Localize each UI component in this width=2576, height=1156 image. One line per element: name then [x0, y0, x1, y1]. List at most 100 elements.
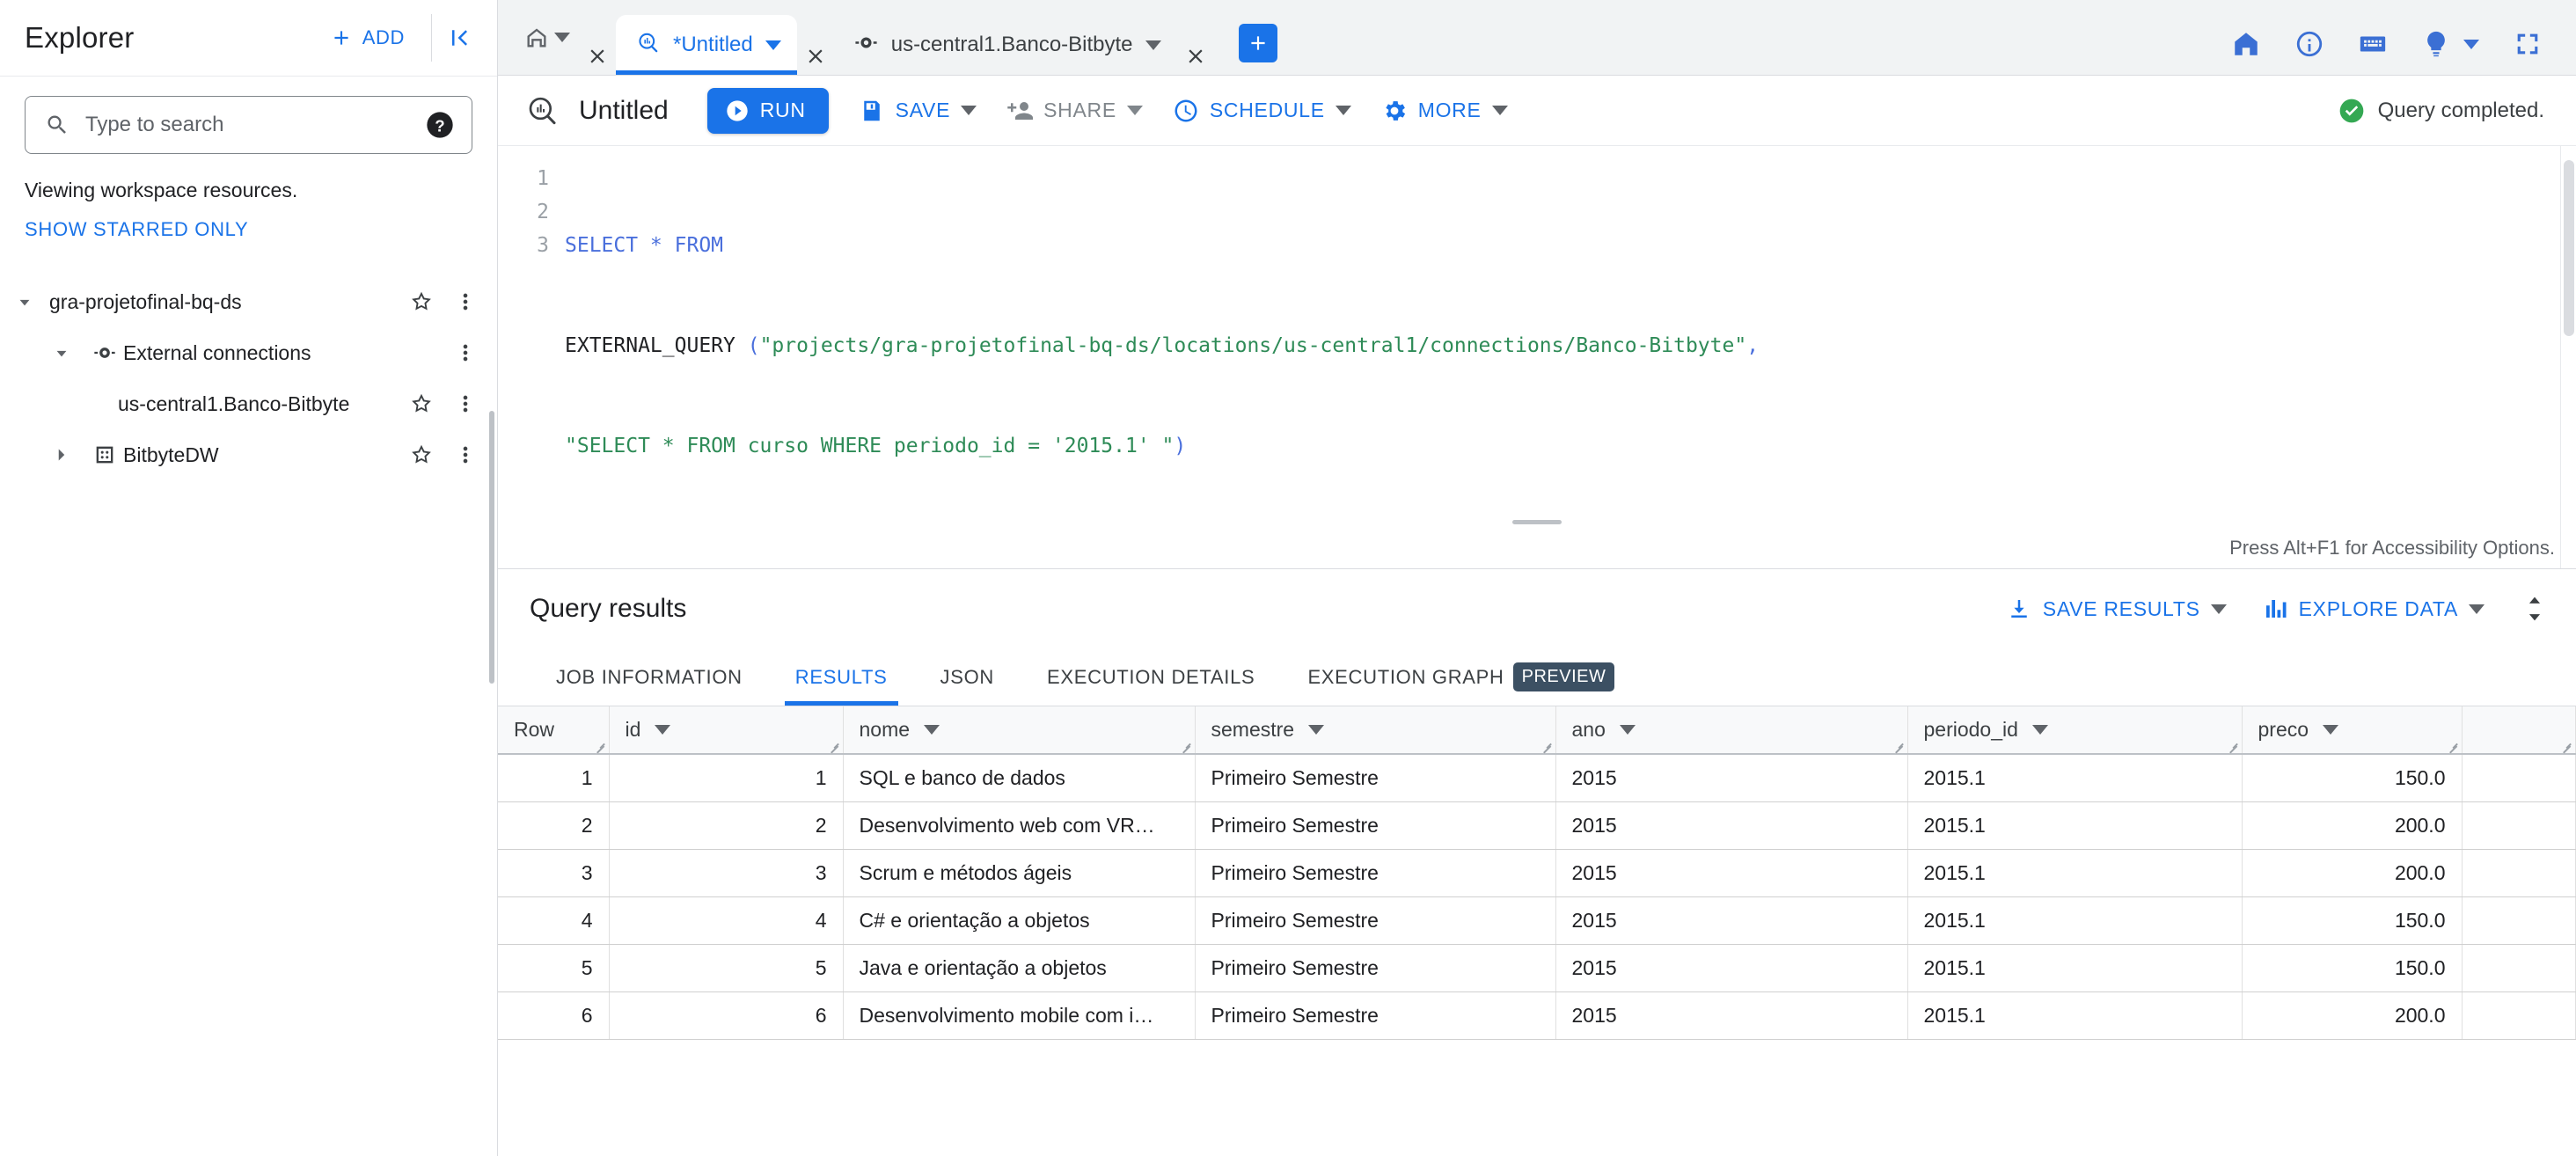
cell-ano: 2015 [1555, 801, 1908, 850]
explore-data-caret-icon[interactable] [2469, 604, 2485, 614]
star-icon[interactable] [409, 289, 434, 314]
results-table-wrapper[interactable]: Row id nome semestre ano periodo_id prec… [498, 706, 2576, 1156]
expand-toggle-external-connections[interactable] [37, 341, 86, 364]
tab-execution-details[interactable]: EXECUTION DETAILS [1021, 648, 1281, 706]
editor-resize-handle[interactable] [498, 516, 2576, 528]
preview-badge: PREVIEW [1512, 662, 1615, 691]
column-header-periodo-id[interactable]: periodo_id [1907, 706, 2243, 755]
column-header-nome[interactable]: nome [843, 706, 1196, 755]
table-row[interactable]: 3 3 Scrum e métodos ágeis Primeiro Semes… [498, 849, 2576, 897]
editor-lines[interactable]: SELECT * FROM EXTERNAL_QUERY ("projects/… [565, 162, 2576, 528]
more-button[interactable]: MORE [1381, 98, 1508, 124]
table-row[interactable]: 5 5 Java e orientação a objetos Primeiro… [498, 944, 2576, 992]
query-toolbar: Untitled RUN SAVE SHARE SCHEDULE MORE Qu… [498, 76, 2576, 146]
column-menu-caret-icon[interactable] [2323, 725, 2339, 735]
column-menu-caret-icon[interactable] [924, 725, 940, 735]
column-menu-caret-icon[interactable] [655, 725, 671, 735]
sidebar-scrollbar[interactable] [489, 411, 494, 684]
save-caret-icon[interactable] [961, 106, 977, 115]
column-menu-caret-icon[interactable] [1619, 725, 1636, 735]
cell-id: 6 [609, 991, 844, 1040]
editor-scrollbar-thumb[interactable] [2564, 160, 2574, 336]
tab-json[interactable]: JSON [914, 648, 1021, 706]
schedule-caret-icon[interactable] [1335, 106, 1351, 115]
editor-scrollbar[interactable] [2560, 146, 2576, 568]
close-untitled-tab-button[interactable] [797, 38, 834, 75]
column-header-preco[interactable]: preco [2242, 706, 2463, 755]
fullscreen-icon[interactable] [2513, 29, 2543, 59]
tree-item-external-connections[interactable]: External connections [0, 327, 497, 378]
keyboard-icon[interactable] [2358, 29, 2388, 59]
save-results-caret-icon[interactable] [2210, 604, 2227, 614]
share-button[interactable]: SHARE [1006, 98, 1143, 124]
table-row[interactable]: 4 4 C# e orientação a objetos Primeiro S… [498, 896, 2576, 945]
expand-collapse-results-button[interactable] [2520, 591, 2550, 626]
home-shortcut-icon[interactable] [2231, 29, 2261, 59]
column-resizer[interactable] [1893, 739, 1906, 751]
tab-connection-caret-icon[interactable] [1145, 40, 1161, 50]
lightbulb-caret-icon[interactable] [2463, 39, 2479, 49]
save-button[interactable]: SAVE [859, 98, 977, 124]
tree-item-project[interactable]: gra-projetofinal-bq-ds [0, 276, 497, 327]
sql-editor-code[interactable]: 1 2 3 SELECT * FROM EXTERNAL_QUERY ("pro… [498, 146, 2576, 528]
share-caret-icon[interactable] [1126, 106, 1143, 115]
search-box[interactable]: ? [25, 96, 472, 154]
tab-untitled-caret-icon[interactable] [765, 40, 781, 50]
column-menu-caret-icon[interactable] [1308, 725, 1325, 735]
tab-connection[interactable]: us-central1.Banco-Bitbyte [834, 15, 1177, 75]
viewing-note: Viewing workspace resources. [25, 179, 298, 201]
add-button[interactable]: ADD [318, 18, 417, 58]
home-tab[interactable] [521, 0, 579, 75]
star-icon[interactable] [409, 391, 434, 416]
tab-job-information[interactable]: JOB INFORMATION [530, 648, 769, 706]
table-row[interactable]: 6 6 Desenvolvimento mobile com i… Primei… [498, 991, 2576, 1040]
column-resizer[interactable] [2228, 739, 2240, 751]
column-header-semestre-label: semestre [1211, 718, 1295, 741]
column-header-id[interactable]: id [609, 706, 844, 755]
schedule-button[interactable]: SCHEDULE [1173, 98, 1351, 124]
table-row[interactable]: 1 1 SQL e banco de dados Primeiro Semest… [498, 754, 2576, 802]
star-icon[interactable] [409, 443, 434, 467]
tab-untitled-query[interactable]: *Untitled [616, 15, 797, 75]
column-resizer[interactable] [829, 739, 841, 751]
tab-execution-graph[interactable]: EXECUTION GRAPH PREVIEW [1281, 648, 1641, 706]
explore-data-button[interactable]: EXPLORE DATA [2262, 596, 2485, 622]
info-icon[interactable] [2294, 29, 2324, 59]
help-icon[interactable]: ? [426, 111, 454, 139]
more-caret-icon[interactable] [1491, 106, 1508, 115]
home-tab-caret-icon[interactable] [554, 33, 570, 42]
tab-connection-label: us-central1.Banco-Bitbyte [890, 33, 1133, 56]
column-menu-caret-icon[interactable] [2031, 725, 2048, 735]
save-icon [863, 100, 880, 121]
column-resizer[interactable] [595, 739, 607, 751]
tree-item-connection[interactable]: us-central1.Banco-Bitbyte [0, 378, 497, 429]
collapse-panel-button[interactable] [437, 14, 497, 62]
column-resizer[interactable] [1541, 739, 1554, 751]
search-input[interactable] [85, 113, 426, 137]
column-resizer[interactable] [2448, 739, 2460, 751]
cell-semestre: Primeiro Semestre [1195, 801, 1556, 850]
results-table-body: 1 1 SQL e banco de dados Primeiro Semest… [498, 754, 2576, 1040]
column-resizer[interactable] [1181, 739, 1193, 751]
column-resizer[interactable] [2561, 739, 2573, 751]
tree-item-dataset[interactable]: BitbyteDW [0, 429, 497, 480]
column-header-ano[interactable]: ano [1555, 706, 1908, 755]
sql-editor[interactable]: 1 2 3 SELECT * FROM EXTERNAL_QUERY ("pro… [498, 146, 2576, 568]
results-table-header-row: Row id nome semestre ano periodo_id prec… [498, 706, 2576, 755]
tab-results[interactable]: RESULTS [769, 648, 914, 706]
more-vert-icon[interactable] [453, 443, 478, 467]
expand-toggle-dataset[interactable] [37, 443, 86, 466]
run-button[interactable]: RUN [706, 87, 829, 134]
more-vert-icon[interactable] [453, 391, 478, 416]
show-starred-only-link[interactable]: SHOW STARRED ONLY [25, 218, 248, 241]
save-results-button[interactable]: SAVE RESULTS [2006, 596, 2227, 622]
column-header-semestre[interactable]: semestre [1195, 706, 1556, 755]
close-connection-tab-button[interactable] [1177, 38, 1214, 75]
new-tab-button[interactable] [1238, 24, 1277, 62]
close-home-tab-button[interactable] [579, 38, 616, 75]
table-row[interactable]: 2 2 Desenvolvimento web com VR… Primeiro… [498, 801, 2576, 850]
more-vert-icon[interactable] [453, 340, 478, 365]
expand-toggle-project[interactable] [0, 290, 49, 313]
lightbulb-icon[interactable] [2421, 29, 2451, 59]
more-vert-icon[interactable] [453, 289, 478, 314]
